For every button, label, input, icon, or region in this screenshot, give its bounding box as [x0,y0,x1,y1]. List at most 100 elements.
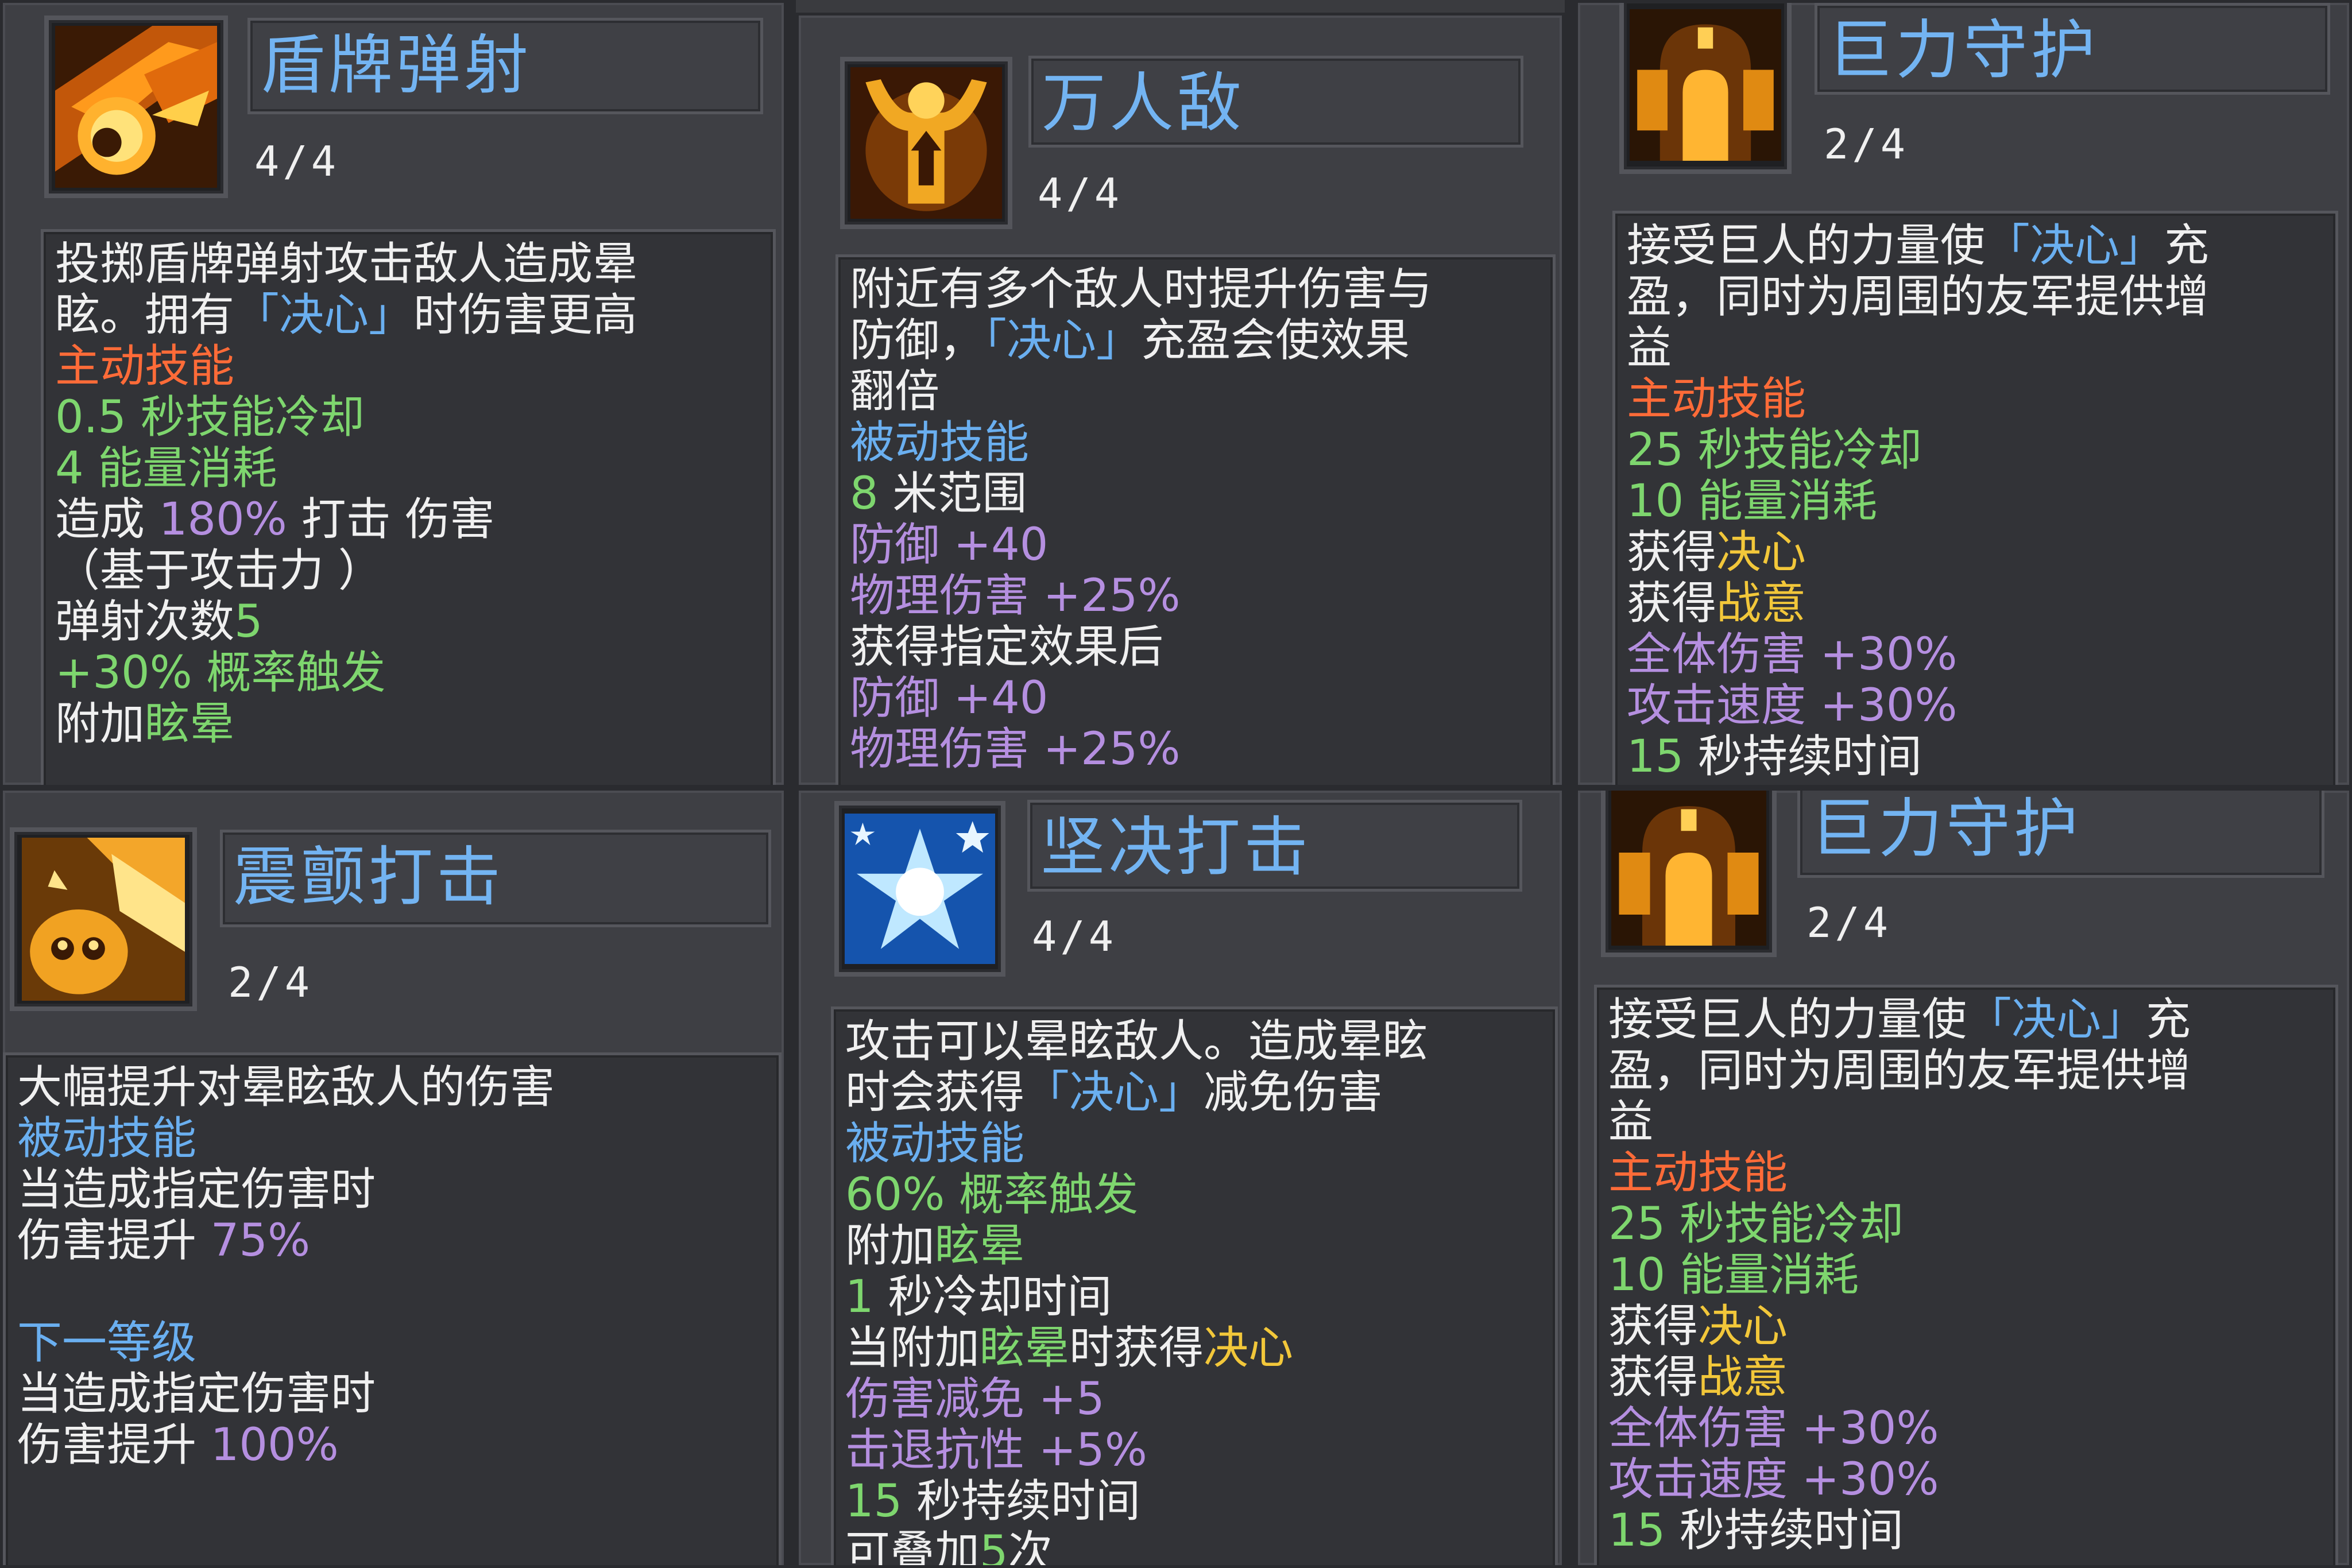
quake-strike-icon [20,838,187,1001]
description-line: 投掷盾牌弹射攻击敌人造成晕 [55,239,764,290]
skill-icon-frame[interactable] [834,801,1005,977]
description-segment: 投掷盾牌弹射攻击敌人造成晕 [55,238,638,290]
description-line: 益 [1627,323,2326,374]
description-segment: 充盈会使效果 [1141,315,1410,366]
description-line: 被动技能 [17,1113,769,1164]
skill-title: 巨力守护 [1815,3,2330,95]
description-segment: 获得 [1627,526,1717,578]
skill-description: 大幅提升对晕眩敌人的伤害 被动技能 当造成指定伤害时 伤害提升 75% 下一等级 当造成… [3,1052,782,1565]
description-segment: 当造成指定伤害时 [17,1164,376,1215]
skill-level: 2/4 [1806,899,1892,947]
description-segment: 「决心」 [1985,220,2165,272]
description-line: 大幅提升对晕眩敌人的伤害 [17,1062,769,1113]
description-line: 附加眩晕 [845,1221,1546,1272]
description-line: 主动技能 [1627,374,2326,425]
description-segment: 米范围 [878,468,1027,520]
description-segment: 附加 [845,1220,935,1272]
description-segment: 25 秒技能冷却 [1608,1198,1904,1250]
skill-icon-frame[interactable] [1619,3,1792,174]
description-line: 被动技能 [850,417,1544,469]
description-segment: 秒持续时间 [1684,731,1922,783]
description-segment: 打击 伤害 [287,494,495,545]
skill-icon-frame[interactable] [840,57,1012,229]
description-line [17,1267,769,1318]
description-line: 伤害提升 75% [17,1215,769,1267]
description-segment: （基于攻击力 ） [55,545,383,597]
description-segment: 攻击可以晕眩敌人。造成晕眩 [845,1016,1428,1067]
description-line: 眩。拥有「决心」时伤害更高 [55,290,764,341]
description-segment: 物理伤害 +25% [850,723,1181,775]
shield-bounce-icon [55,26,218,188]
description-segment: 60% 概率触发 [845,1169,1139,1221]
skill-card: 万人敌 4/4 附近有多个敌人时提升伤害与 防御，「决心」充盈会使效果 翻倍 被动技能… [796,13,1565,788]
lone-hero-icon [850,67,1002,219]
description-segment: 眩。拥有 [55,289,235,341]
description-line: 伤害减免 +5 [845,1374,1546,1425]
description-segment: 攻击速度 +30% [1608,1454,1939,1505]
description-segment: 8 [850,468,879,520]
description-line: 获得决心 [1627,527,2326,578]
description-line: 益 [1608,1097,2326,1148]
description-segment: 主动技能 [1608,1147,1788,1199]
description-line: 攻击可以晕眩敌人。造成晕眩 [845,1016,1546,1067]
description-segment: 主动技能 [55,340,235,392]
skill-level: 4/4 [1038,169,1123,218]
skill-icon-frame[interactable] [10,827,197,1011]
description-segment: 眩晕 [145,698,235,750]
description-line: 1 秒冷却时间 [845,1272,1546,1323]
description-segment: 充 [2164,220,2210,272]
description-line: 防御，「决心」充盈会使效果 [850,315,1544,366]
description-line: 伤害提升 100% [17,1420,769,1471]
description-segment: 防御 +40 [850,672,1049,724]
description-line: 防御 +40 [850,520,1544,571]
description-line: 25 秒技能冷却 [1608,1199,2326,1250]
skill-card: 盾牌弹射 4/4 投掷盾牌弹射攻击敌人造成晕 眩。拥有「决心」时伤害更高 主动技能 0… [0,0,787,788]
description-segment: 击退抗性 +5% [845,1424,1147,1476]
skill-level: 4/4 [254,137,340,185]
description-line: 当附加眩晕时获得决心 [845,1323,1546,1374]
description-line: 接受巨人的力量使「决心」充 [1627,220,2326,272]
skill-description: 接受巨人的力量使「决心」充 盈，同时为周围的友军提供增益主动技能 25 秒技能冷却 1… [1594,985,2338,1565]
description-segment: 10 能量消耗 [1627,475,1878,527]
description-segment: 15 [1608,1505,1666,1557]
description-segment: 秒持续时间 [1665,1505,1904,1557]
description-line: 接受巨人的力量使「决心」充 [1608,994,2326,1046]
skill-title: 巨力守护 [1797,791,2324,878]
description-segment: 获得 [1608,1300,1699,1352]
description-segment: 「决心」 [1967,994,2146,1046]
skill-description: 附近有多个敌人时提升伤害与 防御，「决心」充盈会使效果 翻倍 被动技能 8 米范围 防御 … [835,254,1556,785]
description-line: 翻倍 [850,366,1544,417]
description-segment: 大幅提升对晕眩敌人的伤害 [17,1062,555,1113]
description-segment: 益 [1627,322,1672,374]
description-line: 附加眩晕 [55,699,764,750]
description-segment: 被动技能 [850,417,1030,469]
skill-title: 震颤打击 [220,830,771,927]
description-segment: 「决心」 [984,315,1142,366]
description-segment: 弹射次数 [55,596,235,648]
description-segment: 5 [980,1527,1008,1568]
resolute-strike-icon [845,811,995,966]
description-segment: 翻倍 [850,366,940,417]
description-segment: 当造成指定伤害时 [17,1368,376,1420]
description-segment: 4 能量消耗 [55,443,277,494]
skill-icon-frame[interactable] [44,16,228,198]
description-segment: 时获得 [1069,1322,1204,1374]
description-segment: 防御， [850,315,985,366]
description-line: 15 秒持续时间 [1608,1505,2326,1557]
description-segment: 获得 [1627,578,1717,629]
skill-icon-frame[interactable] [1601,791,1777,957]
description-segment: 防御 +40 [850,519,1049,571]
description-segment: 战意 [1698,1352,1788,1403]
description-line: 全体伤害 +30% [1608,1403,2326,1454]
column-divider [786,0,796,1568]
description-segment [17,1266,32,1318]
description-segment: 获得 [1608,1352,1699,1403]
description-segment: 75% [210,1215,311,1267]
description-line: 获得指定效果后 [850,622,1544,673]
description-line: +30% 概率触发 [55,648,764,699]
skill-level: 2/4 [228,958,314,1006]
description-segment: 主动技能 [1627,373,1806,425]
description-line: 物理伤害 +25% [850,571,1544,622]
description-segment: 伤害提升 [17,1215,211,1267]
description-line: 可叠加5次 [845,1527,1546,1568]
